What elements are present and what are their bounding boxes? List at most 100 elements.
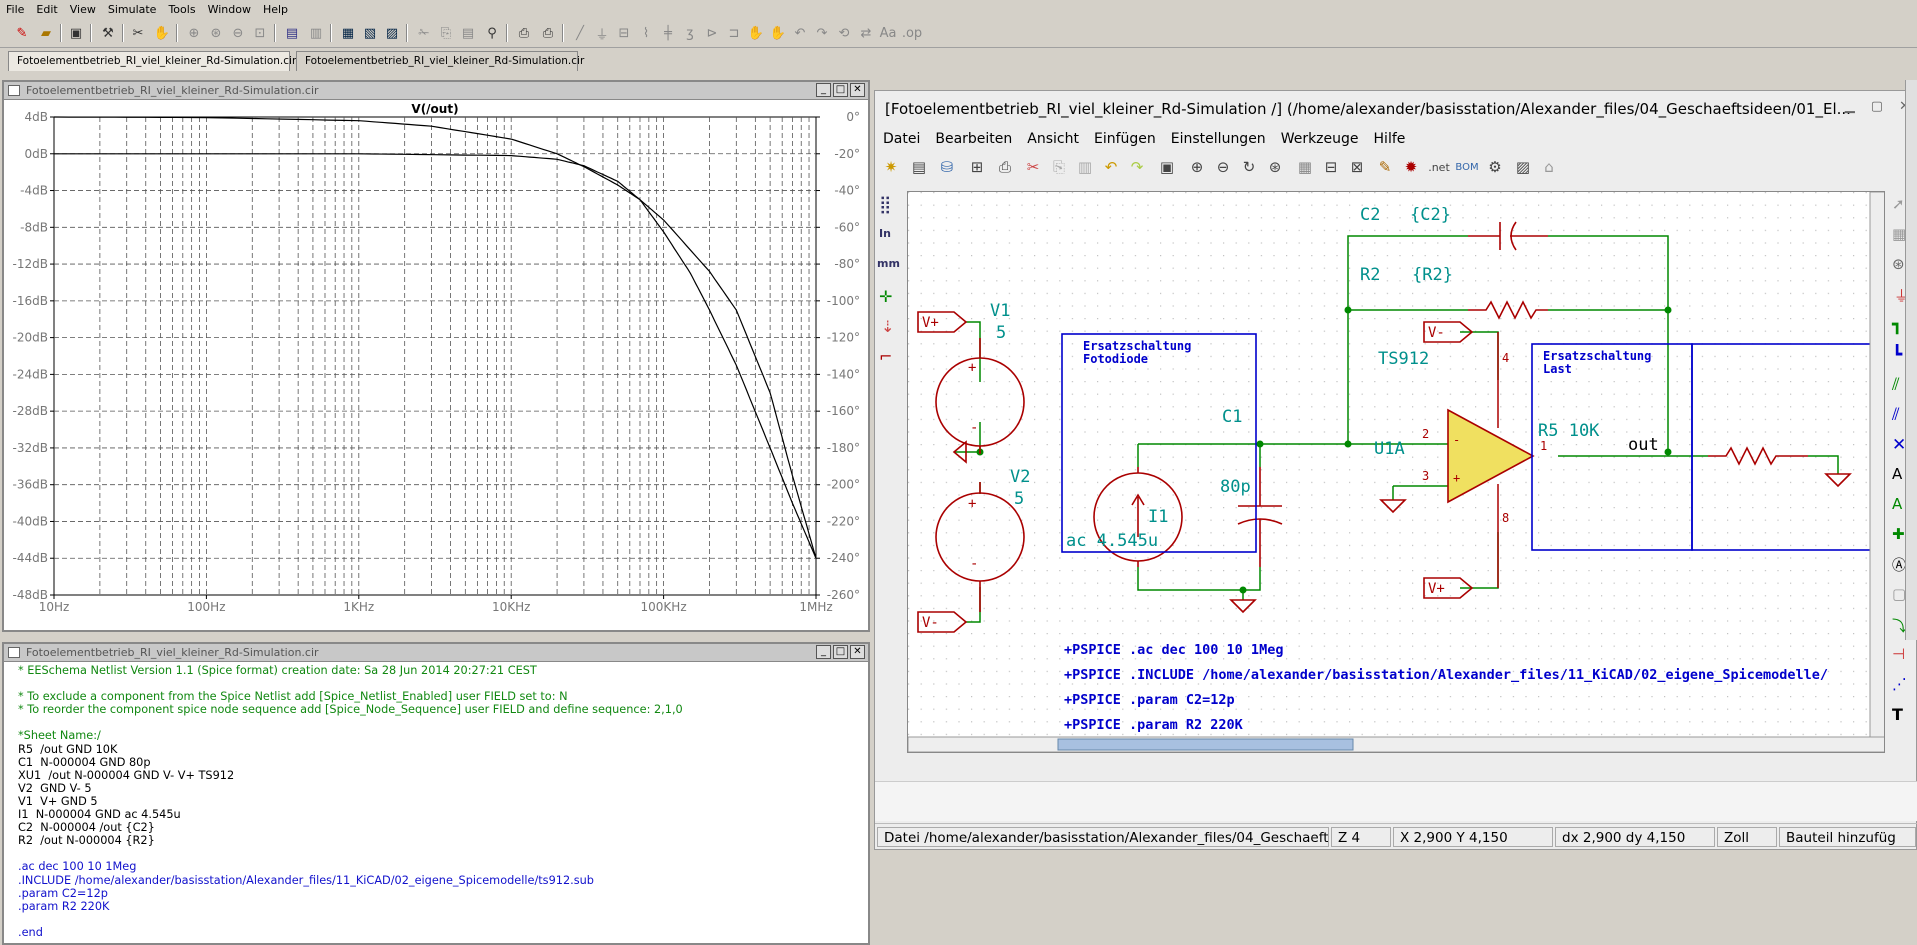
minimize-button[interactable]: _ [816,645,831,659]
menu-datei[interactable]: Datei [875,127,927,147]
menu-bearbeiten[interactable]: Bearbeiten [927,127,1019,147]
new-sheet-icon[interactable]: ✷ [879,155,903,179]
spice-directive-icon[interactable]: .op [902,23,922,43]
library-browser-icon[interactable]: ⊠ [1345,155,1369,179]
tab-netlist[interactable]: Fotoelementbetrieb_RI_viel_kleiner_Rd-Si… [296,51,584,71]
u1-ref[interactable]: U1A [1374,439,1405,459]
v2-value[interactable]: 5 [1014,489,1024,509]
autorange-icon[interactable]: ▤ [282,23,302,43]
find-icon[interactable]: ▣ [1155,155,1179,179]
undo-icon[interactable]: ↶ [1099,155,1123,179]
zoom-out-icon[interactable]: ⊖ [228,23,248,43]
fft-icon[interactable]: ▥ [306,23,326,43]
c2-value[interactable]: {C2} [1410,205,1451,225]
hier-label-icon[interactable]: Ⓐ [1892,555,1906,575]
tile-horizontal-icon[interactable]: ▦ [338,23,358,43]
menu-einfuegen[interactable]: Einfügen [1086,127,1163,147]
undo-icon[interactable]: ↶ [790,23,810,43]
menu-tools[interactable]: Tools [162,0,201,16]
maximize-button[interactable]: □ [833,83,848,97]
horizontal-scrollbar[interactable] [908,736,1885,752]
save-icon[interactable]: ⛁ [935,155,959,179]
net-label-out[interactable]: out [1628,435,1659,455]
page-settings-icon[interactable]: ⊞ [965,155,989,179]
zoom-fit-icon[interactable]: ⊡ [250,23,270,43]
cursor-shape-icon[interactable]: ✛ [879,287,892,306]
menu-werkzeuge[interactable]: Werkzeuge [1273,127,1366,147]
redo-icon[interactable]: ↷ [1125,155,1149,179]
c1-ref[interactable]: C1 [1222,407,1242,427]
vplus-label-1[interactable]: V+ [922,315,939,331]
i1-value[interactable]: ac 4.545u [1066,531,1158,551]
spice-directive-2[interactable]: +PSPICE .INCLUDE /home/alexander/basisst… [1064,667,1828,683]
diode-icon[interactable]: ⊳ [702,23,722,43]
redraw-icon[interactable]: ↻ [1237,155,1261,179]
hierarchy-icon[interactable]: ▦ [1293,155,1317,179]
print-icon[interactable]: ⎙ [993,155,1017,179]
netlist-text[interactable]: * EESchema Netlist Version 1.1 (Spice fo… [4,662,868,939]
back-icon[interactable]: ⌂ [1537,155,1561,179]
move-icon[interactable]: ✋ [746,23,766,43]
grid-toggle-icon[interactable]: ⣿ [879,195,891,215]
label-net-icon[interactable]: ⊟ [614,23,634,43]
schematic-canvas[interactable]: C2 {C2} R2 {R2} V1 5 V2 5 I1 ac 4.545u C… [907,191,1885,753]
print-icon[interactable]: ⎙ [538,23,558,43]
run-icon[interactable]: ✂ [128,23,148,43]
outer-scrollbar[interactable] [1905,80,1917,640]
cascade-icon[interactable]: ▧ [360,23,380,43]
vminus-label-2[interactable]: V- [1428,325,1445,341]
tab-plot[interactable]: Fotoelementbetrieb_RI_viel_kleiner_Rd-Si… [8,51,296,71]
cut-icon[interactable]: ✂ [1021,155,1045,179]
menu-window[interactable]: Window [202,0,257,16]
library-editor-icon[interactable]: ⊟ [1319,155,1343,179]
vminus-label-1[interactable]: V- [922,615,939,631]
open-sheet-icon[interactable]: ▤ [907,155,931,179]
menu-view[interactable]: View [64,0,102,16]
paste-icon[interactable]: ▤ [458,23,478,43]
close-button[interactable]: ✕ [850,645,865,659]
close-button[interactable]: ✕ [850,83,865,97]
cut-icon[interactable]: ✁ [414,23,434,43]
i1-ref[interactable]: I1 [1148,507,1168,527]
cvpcb-icon[interactable]: ⚙ [1483,155,1507,179]
component-icon[interactable]: ⊐ [724,23,744,43]
menu-ansicht[interactable]: Ansicht [1019,127,1086,147]
bode-plot[interactable]: 4dB 0dB -4dB -8dB -12dB -16dB -20dB -24dB -28dB -… [4,100,868,630]
wire-icon[interactable]: ╱ [570,23,590,43]
hier-pin-icon[interactable]: ⊣ [1892,645,1905,663]
graphic-line-icon[interactable]: ⋰ [1892,675,1907,693]
junction-icon[interactable]: ✚ [1892,525,1905,543]
r2-ref[interactable]: R2 [1360,265,1380,285]
r2-value[interactable]: {R2} [1412,265,1453,285]
vplus-label-2[interactable]: V+ [1428,581,1445,597]
print-setup-icon[interactable]: ⎙ [514,23,534,43]
select-icon[interactable]: ➚ [1892,195,1905,213]
bom-icon[interactable]: BOM [1455,155,1479,179]
text-icon[interactable]: Aa [878,23,898,43]
open-folder-icon[interactable]: ▰ [36,23,56,43]
spice-directive-3[interactable]: +PSPICE .param C2=12p [1064,692,1235,708]
minimize-icon[interactable]: ▁ [1845,99,1855,114]
annotate-icon[interactable]: ✎ [1373,155,1397,179]
find-icon[interactable]: ⚲ [482,23,502,43]
save-icon[interactable]: ▣ [66,23,86,43]
inductor-icon[interactable]: ʒ [680,23,700,43]
net-label-icon[interactable]: A [1892,465,1902,483]
v2-ref[interactable]: V2 [1010,467,1030,487]
halt-icon[interactable]: ✋ [152,23,172,43]
unit-inch-button[interactable]: In [879,227,891,240]
zoom-in-icon[interactable]: ⊕ [184,23,204,43]
pcbnew-icon[interactable]: ▨ [1511,155,1535,179]
capacitor-icon[interactable]: ╪ [658,23,678,43]
text-tool-icon[interactable]: T [1892,705,1903,724]
control-panel-icon[interactable]: ⚒ [98,23,118,43]
menu-file[interactable]: File [0,0,30,16]
zoom-pan-icon[interactable]: ⊛ [206,23,226,43]
zoom-out-icon[interactable]: ⊖ [1211,155,1235,179]
maximize-icon[interactable]: ▢ [1871,99,1883,114]
zoom-fit-icon[interactable]: ⊛ [1263,155,1287,179]
rotate-icon[interactable]: ⟲ [834,23,854,43]
paste-icon[interactable]: ▥ [1073,155,1097,179]
r5-label[interactable]: R5 10K [1538,421,1600,441]
add-component-icon[interactable]: ⊛ [1892,255,1905,273]
